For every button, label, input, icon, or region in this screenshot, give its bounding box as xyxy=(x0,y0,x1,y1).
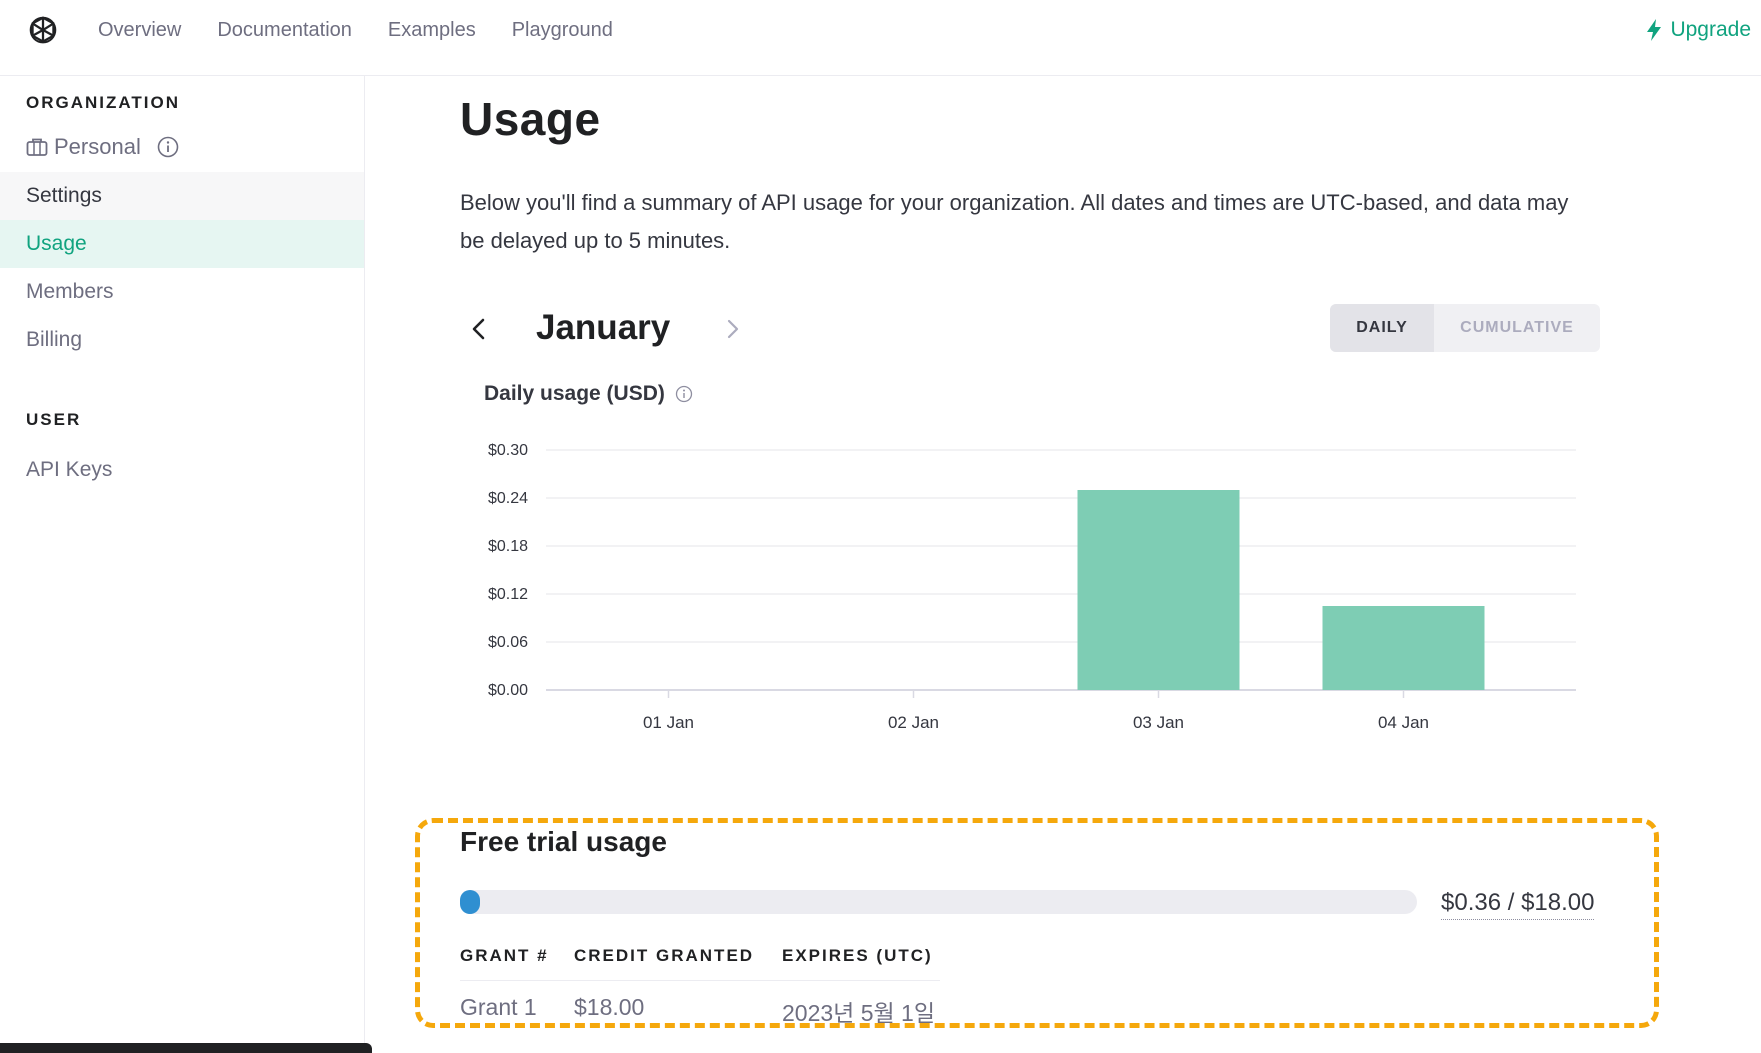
page-description: Below you'll find a summary of API usage… xyxy=(460,190,1569,253)
sidebar-item-usage[interactable]: Usage xyxy=(0,220,364,268)
openai-logo-icon[interactable] xyxy=(24,12,62,50)
y-tick-label: $0.24 xyxy=(488,490,528,507)
bar xyxy=(1077,490,1240,690)
chevron-left-icon[interactable] xyxy=(468,316,490,342)
nav-examples[interactable]: Examples xyxy=(388,18,476,42)
sidebar-item-billing[interactable]: Billing xyxy=(0,316,364,364)
x-tick-label: 02 Jan xyxy=(888,713,939,732)
view-toggle: DAILY CUMULATIVE xyxy=(1330,304,1600,352)
main-nav: Overview Documentation Examples Playgrou… xyxy=(98,18,649,42)
org-selector[interactable]: Personal xyxy=(26,134,179,160)
grant-cell: Grant 1 xyxy=(460,994,537,1020)
x-tick-label: 03 Jan xyxy=(1133,713,1184,732)
progress-fill xyxy=(460,890,480,914)
info-icon[interactable] xyxy=(157,136,179,158)
y-tick-label: $0.12 xyxy=(488,586,528,603)
sidebar-item-api-keys[interactable]: API Keys xyxy=(0,446,364,494)
briefcase-icon xyxy=(26,138,48,156)
nav-playground[interactable]: Playground xyxy=(512,18,613,42)
y-tick-label: $0.30 xyxy=(488,442,528,459)
user-heading: USER xyxy=(26,410,82,429)
toggle-daily[interactable]: DAILY xyxy=(1330,304,1434,352)
chart-title-label: Daily usage (USD) xyxy=(484,382,665,405)
expires-cell: 2023년 5월 1일 xyxy=(782,1000,936,1026)
y-tick-label: $0.00 xyxy=(488,682,528,699)
daily-usage-chart: $0.00 $0.06 $0.12 $0.18 $0.24 $0.30 01 Jan 02 J… xyxy=(488,442,1576,732)
chevron-right-icon[interactable] xyxy=(722,316,744,342)
column-header-credit: CREDIT GRANTED xyxy=(574,946,755,965)
x-tick-label: 04 Jan xyxy=(1378,713,1429,732)
chart-title: Daily usage (USD) xyxy=(484,382,693,406)
month-label: January xyxy=(536,308,671,347)
month-navigator: January DAILY CUMULATIVE xyxy=(460,304,1600,354)
page-title: Usage xyxy=(460,93,601,145)
x-tick-label: 01 Jan xyxy=(643,713,694,732)
top-navbar: Overview Documentation Examples Playgrou… xyxy=(0,0,1761,76)
free-trial-title: Free trial usage xyxy=(460,826,667,857)
nav-overview[interactable]: Overview xyxy=(98,18,181,42)
y-tick-label: $0.06 xyxy=(488,634,528,651)
nav-documentation[interactable]: Documentation xyxy=(217,18,352,42)
bar xyxy=(1322,606,1485,690)
bottom-tooltip xyxy=(0,1043,372,1053)
free-trial-amount[interactable]: $0.36 / $18.00 xyxy=(1441,889,1595,920)
y-tick-label: $0.18 xyxy=(488,538,528,555)
toggle-cumulative[interactable]: CUMULATIVE xyxy=(1434,304,1600,352)
sidebar: ORGANIZATION Personal Settings Usage Mem… xyxy=(0,76,365,1053)
sidebar-item-members[interactable]: Members xyxy=(0,268,364,316)
credit-cell: $18.00 xyxy=(574,994,645,1020)
sidebar-item-settings[interactable]: Settings xyxy=(0,172,364,220)
lightning-icon xyxy=(1647,19,1662,41)
table-divider xyxy=(460,980,940,981)
org-name: Personal xyxy=(54,134,141,159)
free-trial-progress xyxy=(460,890,1417,914)
info-icon[interactable] xyxy=(675,385,693,403)
upgrade-label: Upgrade xyxy=(1670,18,1751,41)
upgrade-link[interactable]: Upgrade xyxy=(1646,18,1751,42)
column-header-expires: EXPIRES (UTC) xyxy=(782,946,933,965)
org-heading: ORGANIZATION xyxy=(26,93,181,112)
column-header-grant: GRANT # xyxy=(460,946,549,965)
